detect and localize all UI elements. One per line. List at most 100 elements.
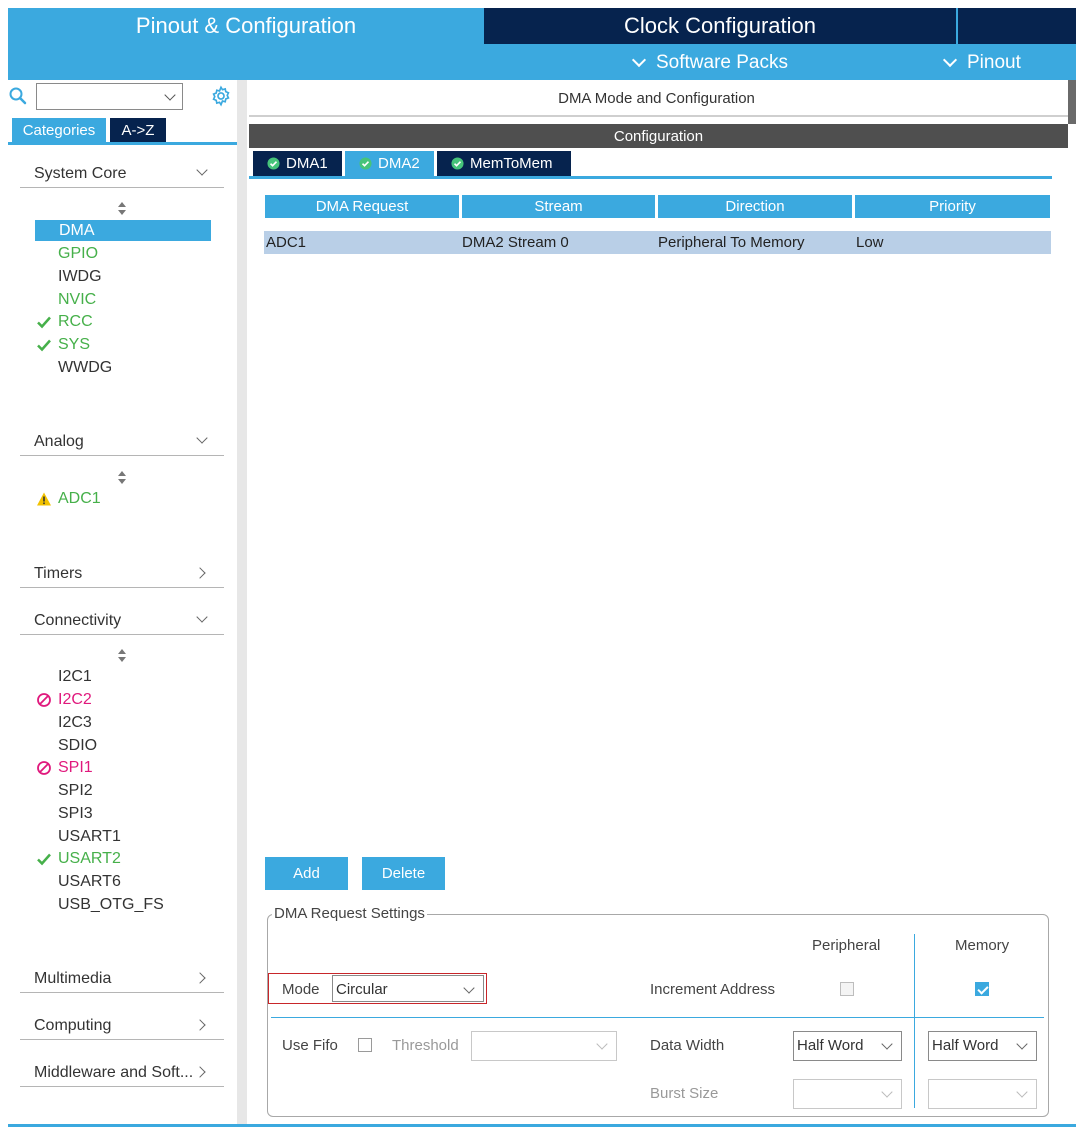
az-view-button[interactable]: A->Z (110, 118, 166, 142)
threshold-select[interactable] (471, 1031, 617, 1061)
tab-project-manager[interactable] (958, 8, 1076, 44)
row-divider (271, 1017, 1044, 1018)
chevron-down-icon (881, 1038, 893, 1050)
table-cell-direction: Peripheral To Memory (658, 234, 805, 251)
check-icon (37, 339, 51, 352)
chevron-down-icon (942, 52, 958, 68)
sort-icon[interactable] (116, 201, 128, 217)
category-timers[interactable]: Timers (20, 564, 224, 588)
sidebar-item-usart6[interactable]: USART6 (58, 871, 121, 892)
gear-icon[interactable] (210, 85, 232, 107)
mode-select[interactable]: Circular (332, 975, 484, 1002)
category-computing[interactable]: Computing (20, 1016, 224, 1040)
pinout-menu[interactable]: Pinout (942, 50, 1021, 76)
software-packs-menu[interactable]: Software Packs (631, 50, 788, 76)
check-icon (37, 316, 51, 329)
sidebar-item-rcc[interactable]: RCC (58, 311, 93, 332)
sidebar-item-gpio[interactable]: GPIO (58, 243, 98, 264)
sidebar-item-sys[interactable]: SYS (58, 334, 90, 355)
chevron-down-icon (1016, 1038, 1028, 1050)
tab-underline (249, 176, 1052, 179)
use-fifo-checkbox[interactable] (358, 1038, 372, 1052)
tab-clock-configuration[interactable]: Clock Configuration (484, 8, 956, 44)
category-label: System Core (34, 165, 127, 182)
chevron-right-icon (194, 1019, 206, 1031)
chevron-right-icon (194, 567, 206, 579)
burst-size-label: Burst Size (650, 1085, 719, 1102)
sidebar-item-wwdg[interactable]: WWDG (58, 357, 112, 378)
check-circle-icon (267, 157, 280, 170)
sidebar-item-spi2[interactable]: SPI2 (58, 780, 93, 801)
top-navigation-bar: Pinout & Configuration Clock Configurati… (8, 8, 1076, 80)
search-icon[interactable] (8, 86, 28, 106)
chevron-down-icon (881, 1086, 893, 1098)
sidebar-item-i2c2[interactable]: I2C2 (58, 689, 92, 710)
category-analog[interactable]: Analog (20, 432, 224, 456)
sidebar-divider (8, 142, 237, 145)
category-connectivity[interactable]: Connectivity (20, 611, 224, 635)
category-middleware[interactable]: Middleware and Soft... (20, 1063, 224, 1087)
increment-memory-checkbox[interactable] (975, 982, 989, 996)
configuration-header: Configuration (249, 124, 1068, 148)
sidebar-item-iwdg[interactable]: IWDG (58, 266, 102, 287)
chevron-down-icon (196, 432, 208, 444)
tab-label: MemToMem (470, 155, 553, 172)
increment-address-label: Increment Address (650, 981, 776, 998)
sidebar-item-usart2[interactable]: USART2 (58, 848, 121, 869)
sidebar-item-i2c3[interactable]: I2C3 (58, 712, 92, 733)
sidebar-item-dma[interactable]: DMA (35, 220, 211, 241)
data-width-memory-value: Half Word (932, 1037, 999, 1054)
use-fifo-label: Use Fifo (282, 1037, 338, 1054)
sidebar-item-spi3[interactable]: SPI3 (58, 803, 93, 824)
increment-peripheral-checkbox[interactable] (840, 982, 854, 996)
category-multimedia[interactable]: Multimedia (20, 969, 224, 993)
add-button[interactable]: Add (265, 857, 348, 890)
categories-view-button[interactable]: Categories (12, 118, 106, 142)
sidebar-item-sdio[interactable]: SDIO (58, 735, 97, 756)
tab-pinout-configuration[interactable]: Pinout & Configuration (8, 8, 484, 44)
mode-label: Mode (282, 981, 320, 998)
tab-dma1[interactable]: DMA1 (253, 151, 342, 176)
chevron-right-icon (194, 1066, 206, 1078)
chevron-right-icon (194, 972, 206, 984)
burst-size-memory-select[interactable] (928, 1079, 1037, 1109)
peripheral-column-label: Peripheral (812, 937, 881, 954)
chevron-down-icon (596, 1038, 608, 1050)
table-cell-priority: Low (856, 234, 884, 251)
data-width-peripheral-select[interactable]: Half Word (793, 1031, 902, 1061)
pinout-menu-label: Pinout (967, 52, 1021, 73)
tab-label: DMA1 (286, 155, 328, 172)
category-system-core[interactable]: System Core (20, 164, 224, 188)
tab-label: DMA2 (378, 155, 420, 172)
tab-dma2[interactable]: DMA2 (345, 151, 434, 176)
sidebar-item-usart1[interactable]: USART1 (58, 826, 121, 847)
category-label: Analog (34, 433, 84, 450)
column-header-stream[interactable]: Stream (462, 195, 655, 218)
search-combobox[interactable] (36, 83, 183, 110)
column-header-direction[interactable]: Direction (658, 195, 852, 218)
title-divider (249, 115, 1068, 117)
panel-collapse-handle[interactable] (1068, 80, 1076, 124)
column-header-dma-request[interactable]: DMA Request (265, 195, 459, 218)
burst-size-peripheral-select[interactable] (793, 1079, 902, 1109)
sidebar-item-adc1[interactable]: ADC1 (58, 488, 101, 509)
tab-memtomem[interactable]: MemToMem (437, 151, 571, 176)
sidebar-scrollbar[interactable] (237, 80, 247, 1127)
sidebar-item-usb-otg-fs[interactable]: USB_OTG_FS (58, 894, 164, 915)
table-cell-stream: DMA2 Stream 0 (462, 234, 569, 251)
chevron-down-icon (196, 164, 208, 176)
sidebar-item-nvic[interactable]: NVIC (58, 289, 96, 310)
data-width-memory-select[interactable]: Half Word (928, 1031, 1037, 1061)
memory-column-label: Memory (955, 937, 1010, 954)
settings-legend: DMA Request Settings (272, 905, 427, 922)
sort-icon[interactable] (116, 470, 128, 486)
delete-button[interactable]: Delete (362, 857, 445, 890)
chevron-down-icon (631, 52, 647, 68)
warning-icon (37, 492, 51, 506)
column-header-priority[interactable]: Priority (855, 195, 1050, 218)
disabled-icon (37, 693, 51, 707)
sidebar-item-i2c1[interactable]: I2C1 (58, 666, 92, 687)
check-circle-icon (359, 157, 372, 170)
sidebar-item-spi1[interactable]: SPI1 (58, 757, 93, 778)
sort-icon[interactable] (116, 648, 128, 664)
